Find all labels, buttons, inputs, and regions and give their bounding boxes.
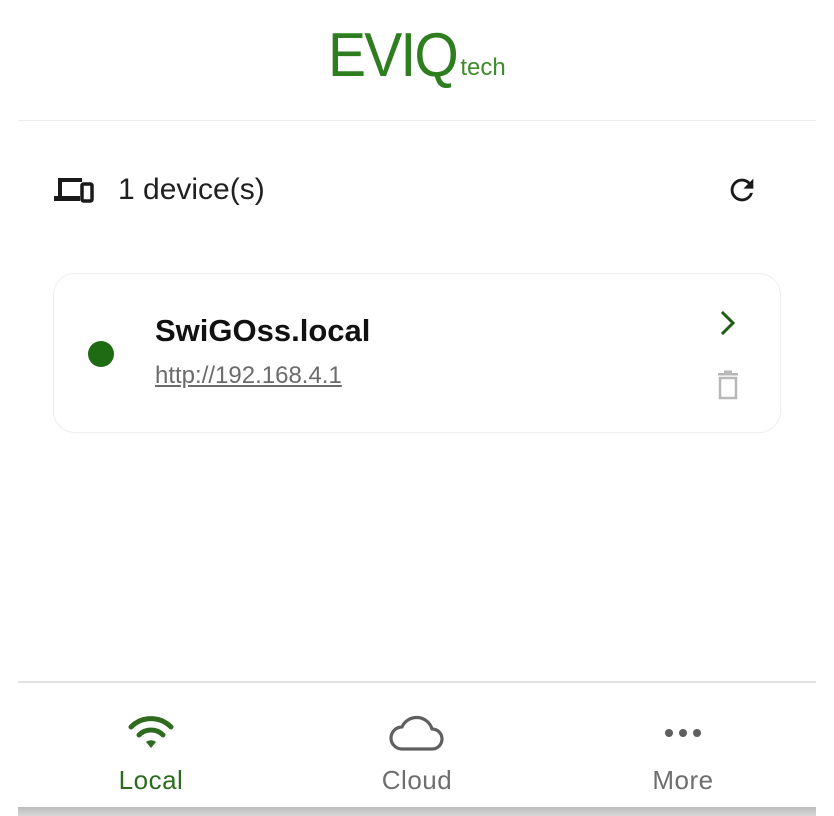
nav-tab-more[interactable]: More xyxy=(550,683,816,807)
nav-label-local: Local xyxy=(118,765,184,795)
refresh-icon xyxy=(730,178,754,202)
delete-device-button[interactable] xyxy=(712,368,744,402)
device-card[interactable] xyxy=(53,273,781,433)
logo-main-text: EVIQ xyxy=(328,21,459,90)
bottom-edge-shadow xyxy=(18,807,816,816)
brand-logo: EVIQ tech xyxy=(328,21,506,90)
device-name: SwiGOss.local xyxy=(155,313,371,348)
device-status-dot xyxy=(88,341,114,367)
cloud-icon xyxy=(388,711,446,755)
more-horizontal-icon xyxy=(654,711,712,755)
nav-tab-local[interactable]: Local xyxy=(18,683,284,807)
nav-label-cloud: Cloud xyxy=(381,765,453,795)
trash-icon xyxy=(718,370,738,400)
device-url-link[interactable]: http://192.168.4.1 xyxy=(155,362,342,390)
app-root: EVIQ tech 1 device(s) SwiGOss.local http… xyxy=(0,0,834,816)
wifi-icon xyxy=(122,711,180,755)
logo-sub-text: tech xyxy=(460,54,506,81)
device-count-text: 1 device(s) xyxy=(118,173,265,206)
open-device-button[interactable] xyxy=(710,305,746,341)
bottom-nav: Local Cloud More xyxy=(18,681,816,807)
device-count: 1 device(s) xyxy=(52,173,265,207)
app-header: EVIQ tech xyxy=(18,0,816,121)
device-count-bar: 1 device(s) xyxy=(52,166,764,214)
nav-tab-cloud[interactable]: Cloud xyxy=(284,683,550,807)
devices-icon xyxy=(52,175,94,205)
refresh-button[interactable] xyxy=(720,168,764,212)
chevron-right-icon xyxy=(720,310,736,336)
nav-label-more: More xyxy=(652,765,714,795)
